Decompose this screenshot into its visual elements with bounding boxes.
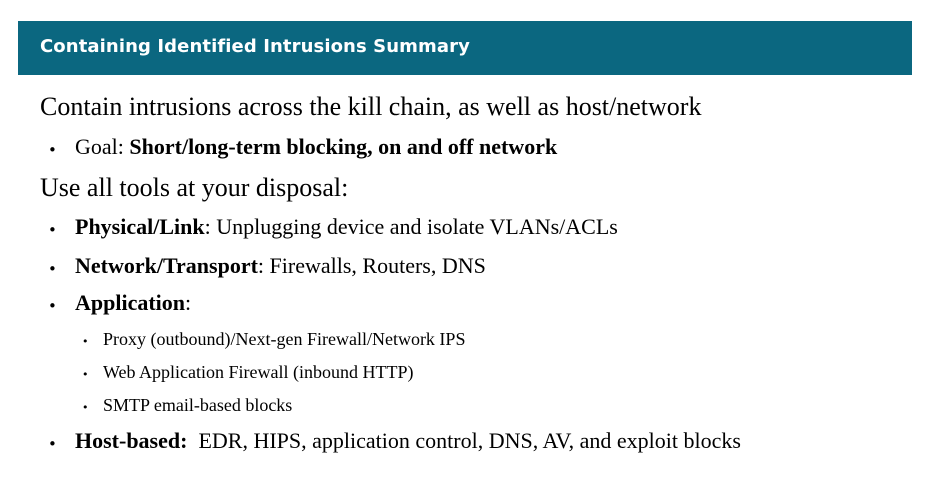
sub-item-waf: Web Application Firewall (inbound HTTP) [103,362,414,382]
title-bar: Containing Identified Intrusions Summary [18,21,912,75]
sub-item-proxy: Proxy (outbound)/Next-gen Firewall/Netwo… [103,329,466,349]
goal-line: Goal: Short/long-term blocking, on and o… [75,134,557,160]
goal-text: Short/long-term blocking, on and off net… [129,134,558,159]
tools-statement: Use all tools at your disposal: [40,173,349,202]
list-item-term: Host-based: [75,428,188,453]
list-item-term: Physical/Link [75,214,205,239]
sub-bullet-icon: • [82,401,89,414]
sub-bullet-icon: • [82,335,89,348]
list-item-term: Network/Transport [75,253,258,278]
bullet-icon: • [48,260,57,278]
bullet-icon: • [48,141,57,159]
list-item-term: Application [75,290,186,315]
bullet-icon: • [48,297,57,315]
list-item-description: : [185,290,192,315]
bullet-icon: • [48,221,57,239]
slide-title: Containing Identified Intrusions Summary [40,36,470,57]
sub-item-smtp: SMTP email-based blocks [103,395,293,415]
bullet-icon: • [48,435,57,453]
list-item-description: : Firewalls, Routers, DNS [257,253,486,278]
intro-statement: Contain intrusions across the kill chain… [40,92,702,121]
list-item-host-based: Host-based: EDR, HIPS, application contr… [75,428,741,454]
list-item-application: Application: [75,290,191,316]
list-item-network-transport: Network/Transport: Firewalls, Routers, D… [75,253,486,279]
list-item-description: : Unplugging device and isolate VLANs/AC… [204,214,618,239]
list-item-physical-link: Physical/Link: Unplugging device and iso… [75,214,618,240]
list-item-description: EDR, HIPS, application control, DNS, AV,… [187,428,741,453]
sub-bullet-icon: • [82,368,89,381]
goal-label: Goal: [75,134,130,159]
